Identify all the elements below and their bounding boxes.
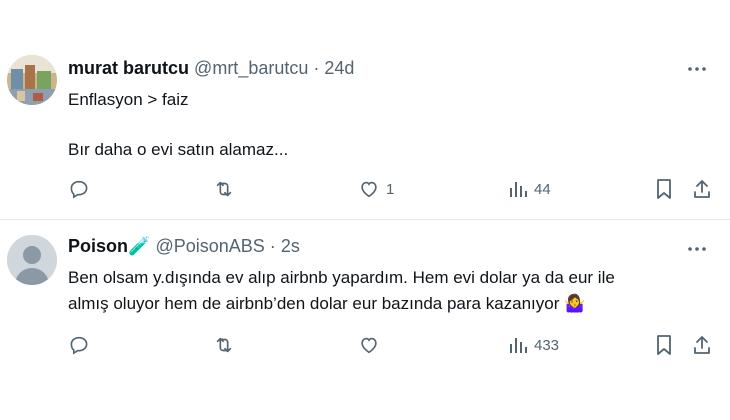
reply-button[interactable] <box>68 332 90 358</box>
share-button[interactable] <box>692 176 712 202</box>
share-button[interactable] <box>692 332 712 358</box>
separator-dot: · <box>313 58 320 78</box>
tweet-text-line: Enflasyon > faiz <box>68 90 189 109</box>
tweet-text-line: almış oluyor hem de airbnb’den dolar eur… <box>68 291 585 317</box>
avatar[interactable] <box>7 235 57 285</box>
avatar[interactable] <box>7 55 57 105</box>
reply-button[interactable] <box>68 176 90 202</box>
handle[interactable]: @mrt_barutcu <box>194 58 308 78</box>
handle[interactable]: @PoisonABS <box>155 236 264 256</box>
views-chart-icon <box>510 338 527 353</box>
shrug-emoji: 🤷‍♀️ <box>564 294 586 313</box>
heart-icon <box>361 181 377 198</box>
bookmark-icon <box>657 179 671 199</box>
heart-icon <box>361 337 377 354</box>
more-icon[interactable] <box>686 238 708 260</box>
retweet-icon <box>216 181 232 197</box>
views-button[interactable]: 44 <box>508 176 551 202</box>
views-chart-icon <box>510 182 527 197</box>
retweet-button[interactable] <box>213 332 235 358</box>
bookmark-button[interactable] <box>654 332 674 358</box>
tweet[interactable]: Poison🧪 @PoisonABS · 2s Ben olsam y.dışı… <box>0 221 730 420</box>
retweet-icon <box>216 337 232 353</box>
reply-icon <box>70 336 88 355</box>
view-count: 44 <box>534 180 551 198</box>
timestamp[interactable]: 24d <box>324 58 354 78</box>
share-icon <box>694 336 710 354</box>
bookmark-button[interactable] <box>654 176 674 202</box>
separator-dot: · <box>269 236 276 256</box>
display-name[interactable]: murat barutcu <box>68 58 189 78</box>
reply-icon <box>70 180 88 199</box>
bookmark-icon <box>657 335 671 355</box>
retweet-button[interactable] <box>213 176 235 202</box>
like-button[interactable]: 1 <box>358 176 394 202</box>
timestamp[interactable]: 2s <box>281 236 300 256</box>
default-avatar-icon <box>7 235 57 285</box>
tweet-text: almış oluyor hem de airbnb’den dolar eur… <box>68 294 560 313</box>
display-name[interactable]: Poison <box>68 236 128 256</box>
more-icon[interactable] <box>686 58 708 80</box>
tweet-header: Poison🧪 @PoisonABS · 2s <box>68 236 300 257</box>
view-count: 433 <box>534 336 560 354</box>
avatar-photo <box>7 55 57 105</box>
action-bar: 1 44 <box>0 176 730 202</box>
like-button[interactable] <box>358 332 380 358</box>
share-icon <box>694 180 710 198</box>
action-bar: 433 <box>0 332 730 358</box>
tweet[interactable]: murat barutcu @mrt_barutcu · 24d Enflasy… <box>0 0 730 220</box>
views-button[interactable]: 433 <box>508 332 559 358</box>
like-count: 1 <box>386 180 395 198</box>
tweet-text-line: Bır daha o evi satın alamaz... <box>68 140 289 159</box>
tweet-header: murat barutcu @mrt_barutcu · 24d <box>68 58 354 79</box>
test-tube-emoji: 🧪 <box>128 236 151 256</box>
tweet-text-line: Ben olsam y.dışında ev alıp airbnb yapar… <box>68 268 615 287</box>
